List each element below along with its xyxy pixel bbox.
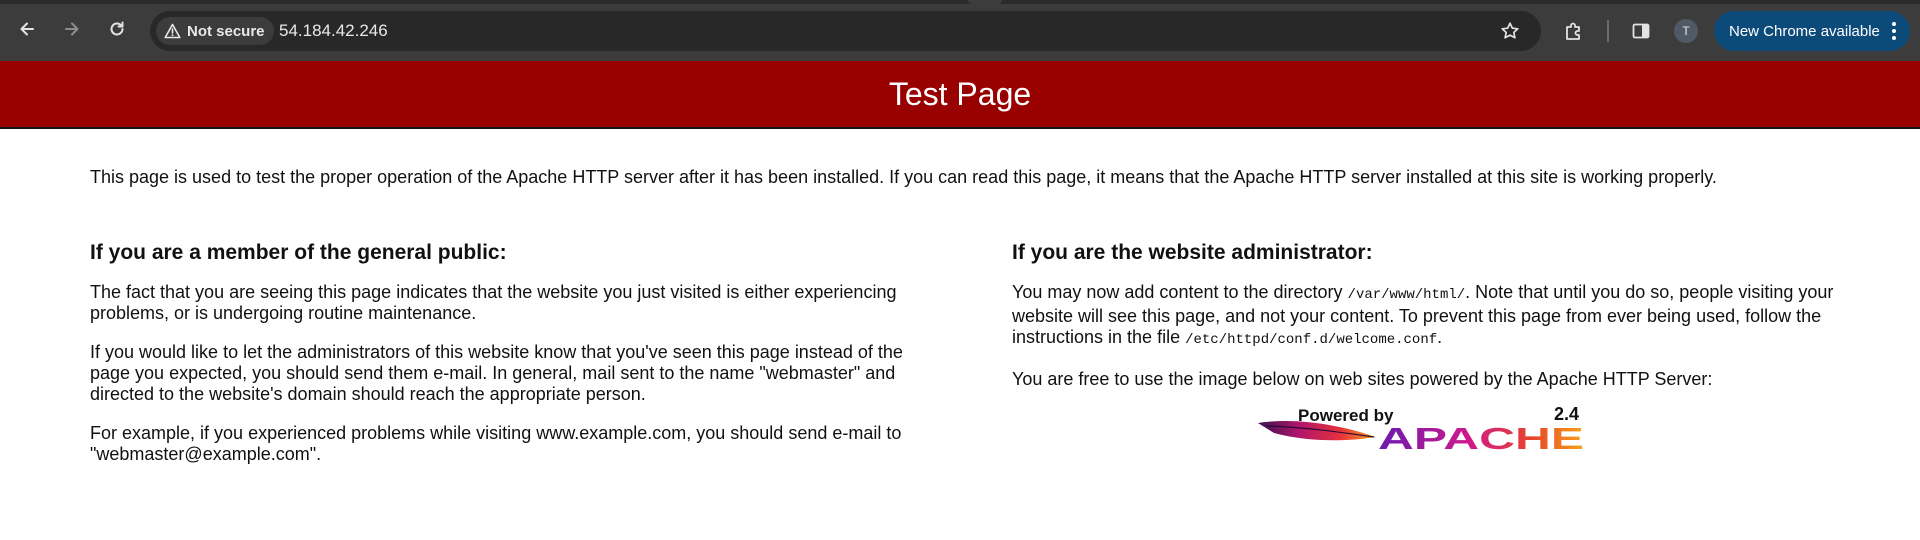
- url-text[interactable]: 54.184.42.246: [279, 21, 388, 41]
- profile-avatar[interactable]: T: [1674, 19, 1698, 43]
- admin-paragraph-1: You may now add content to the directory…: [1012, 282, 1842, 351]
- intro-text: This page is used to test the proper ope…: [90, 167, 1717, 187]
- warning-triangle-icon: [164, 23, 181, 39]
- extensions-puzzle-icon: [1566, 22, 1580, 40]
- toolbar-divider: [1607, 20, 1609, 42]
- browser-toolbar: Not secure 54.184.42.246 T New Chrome av…: [0, 0, 1920, 61]
- public-paragraph-1: The fact that you are seeing this page i…: [90, 282, 897, 323]
- admin-paragraph-2: You are free to use the image below on w…: [1012, 369, 1713, 389]
- update-label: New Chrome available: [1729, 22, 1880, 40]
- arrow-right-icon: [65, 22, 79, 36]
- admin-heading: If you are the website administrator:: [1012, 241, 1373, 264]
- update-chrome-button[interactable]: New Chrome available: [1714, 11, 1910, 51]
- bookmark-button[interactable]: [1496, 17, 1524, 45]
- admin-section: If you are the website administrator: Yo…: [1012, 241, 1842, 408]
- side-panel-button[interactable]: [1627, 17, 1655, 45]
- page-banner: Test Page: [0, 61, 1920, 129]
- kebab-menu-icon[interactable]: [1892, 22, 1896, 40]
- config-file-path: /etc/httpd/conf.d/welcome.conf: [1185, 332, 1438, 348]
- extensions-button[interactable]: [1560, 17, 1588, 45]
- address-bar[interactable]: Not secure 54.184.42.246: [150, 11, 1541, 51]
- public-paragraph-2: If you would like to let the administrat…: [90, 342, 903, 404]
- directory-path: /var/www/html/: [1347, 287, 1466, 303]
- security-chip[interactable]: Not secure: [156, 17, 274, 45]
- arrow-left-icon: [20, 22, 34, 36]
- tab-strip: [0, 0, 1920, 4]
- security-label: Not secure: [187, 22, 265, 40]
- reload-icon: [110, 21, 124, 36]
- public-paragraph-3: For example, if you experienced problems…: [90, 423, 902, 464]
- public-section: If you are a member of the general publi…: [90, 241, 920, 483]
- reload-button[interactable]: [103, 15, 131, 43]
- page-title: Test Page: [888, 75, 1032, 112]
- back-button[interactable]: [13, 15, 41, 43]
- admin-p1-text-c: .: [1437, 327, 1443, 347]
- apache-wordmark: APACHE: [1378, 421, 1584, 456]
- powered-by-apache-logo: Powered by 2.4 APACHE: [1258, 404, 1584, 456]
- admin-p1-text-a: You may now add content to the directory: [1012, 282, 1348, 302]
- forward-button[interactable]: [58, 15, 86, 43]
- active-tab-edge[interactable]: [968, 0, 1002, 4]
- public-heading: If you are a member of the general publi…: [90, 241, 507, 264]
- star-icon: [1501, 22, 1519, 39]
- side-panel-icon: [1632, 23, 1650, 39]
